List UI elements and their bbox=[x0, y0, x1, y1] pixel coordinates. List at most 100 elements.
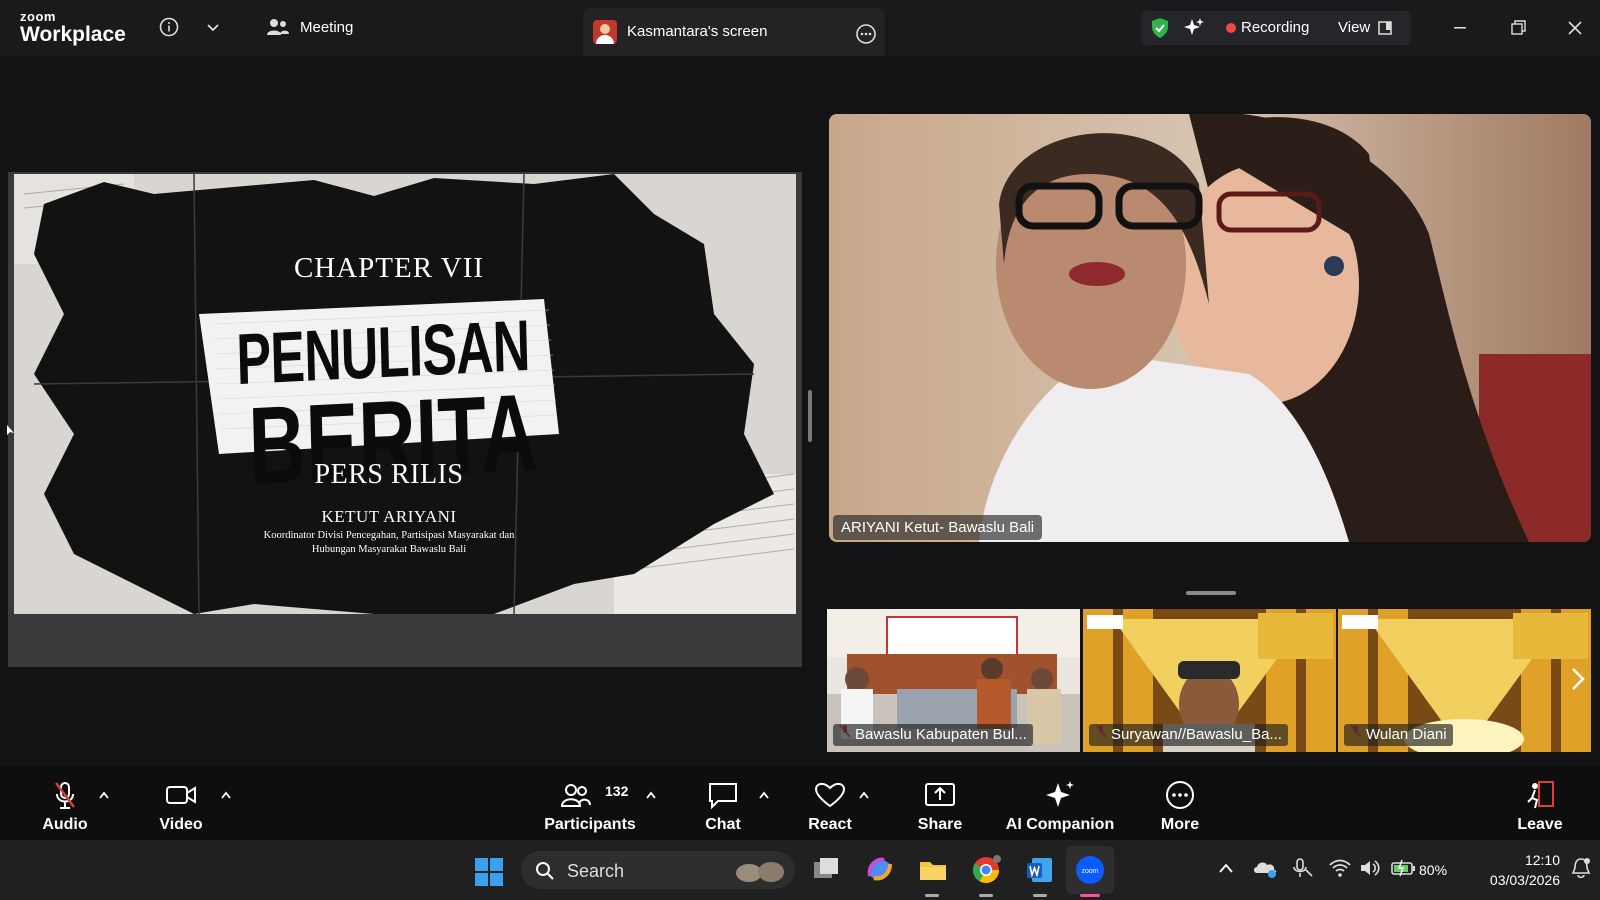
more-label: More bbox=[1160, 816, 1200, 833]
clock-date[interactable]: 03/03/2026 bbox=[1460, 872, 1560, 888]
chat-options-chevron-icon[interactable] bbox=[758, 790, 770, 800]
video-options-chevron-icon[interactable] bbox=[220, 790, 232, 800]
chat-button[interactable]: Chat bbox=[690, 766, 756, 840]
chat-bubble-icon bbox=[709, 783, 737, 810]
chrome-running-indicator bbox=[979, 894, 993, 897]
ai-companion-button[interactable]: AI Companion bbox=[1000, 766, 1120, 840]
split-resize-handle[interactable] bbox=[808, 390, 812, 442]
chrome-icon[interactable] bbox=[970, 854, 1002, 886]
speaker-video-frame bbox=[829, 114, 1591, 542]
slide-role-line1: Koordinator Divisi Pencegahan, Partisipa… bbox=[263, 530, 515, 541]
task-view-icon[interactable] bbox=[810, 854, 842, 886]
participant-thumbnail-3[interactable]: Wulan Diani bbox=[1338, 609, 1591, 752]
onedrive-icon[interactable] bbox=[1252, 857, 1278, 879]
mouse-cursor-icon bbox=[7, 425, 14, 435]
windows-start-icon[interactable] bbox=[474, 857, 504, 887]
active-speaker-name: ARIYANI Ketut- Bawaslu Bali bbox=[833, 515, 1043, 540]
share-screen-icon bbox=[925, 783, 955, 806]
participant-name: Suryawan//Bawaslu_Ba... bbox=[1089, 724, 1288, 746]
thumbnail-strip-handle[interactable] bbox=[1186, 591, 1236, 595]
react-button[interactable]: React bbox=[795, 766, 865, 840]
chevron-right-icon[interactable] bbox=[1568, 666, 1588, 692]
avatar bbox=[593, 20, 617, 44]
word-running-indicator bbox=[1033, 894, 1047, 897]
participants-icon bbox=[560, 784, 591, 807]
participants-options-chevron-icon[interactable] bbox=[645, 790, 657, 800]
svg-text:zoom: zoom bbox=[1081, 868, 1098, 875]
ai-companion-label: AI Companion bbox=[1005, 816, 1115, 833]
more-options-icon[interactable] bbox=[855, 23, 877, 45]
leave-button[interactable]: Leave bbox=[1505, 766, 1575, 840]
participant-thumbnail-1[interactable]: Bawaslu Kabupaten Bul... bbox=[827, 609, 1080, 752]
restore-icon[interactable] bbox=[1504, 14, 1532, 42]
participant-name: Wulan Diani bbox=[1344, 724, 1453, 746]
more-dots-icon bbox=[1166, 781, 1194, 809]
logo-line2: Workplace bbox=[20, 23, 126, 46]
file-explorer-icon[interactable] bbox=[917, 854, 949, 886]
tab-meeting-label: Meeting bbox=[300, 18, 354, 36]
share-button[interactable]: Share bbox=[905, 766, 975, 840]
tab-shared-screen[interactable]: Kasmantara's screen bbox=[583, 8, 885, 56]
video-camera-icon bbox=[166, 786, 196, 804]
leave-door-icon bbox=[1527, 781, 1554, 809]
word-icon[interactable] bbox=[1024, 854, 1056, 886]
logo-line1: zoom bbox=[20, 9, 56, 24]
search-icon bbox=[536, 862, 554, 880]
file-explorer-running-indicator bbox=[925, 894, 939, 897]
chevron-down-icon[interactable] bbox=[205, 19, 221, 35]
slide-chapter: CHAPTER VII bbox=[293, 252, 485, 284]
wifi-icon[interactable] bbox=[1328, 857, 1352, 879]
participants-label: Participants bbox=[544, 816, 636, 833]
audio-label: Audio bbox=[42, 816, 88, 833]
slide-role-line2: Hubungan Masyarakat Bawaslu Bali bbox=[311, 544, 467, 555]
meeting-status-bar: Recording View bbox=[1141, 11, 1411, 45]
recording-dot-icon bbox=[1226, 23, 1236, 33]
meeting-toolbar: Audio Video Participants 132 Chat React … bbox=[0, 766, 1600, 840]
close-icon[interactable] bbox=[1561, 14, 1589, 42]
tray-chevron-up-icon[interactable] bbox=[1218, 862, 1234, 874]
view-layout-icon[interactable] bbox=[1377, 20, 1393, 36]
info-icon[interactable] bbox=[158, 16, 180, 38]
minimize-icon[interactable] bbox=[1446, 14, 1474, 42]
audio-button[interactable]: Audio bbox=[30, 766, 100, 840]
zoom-running-indicator bbox=[1080, 894, 1100, 897]
windows-taskbar: Search zoom 80% 12:10 03/03/2026 bbox=[0, 840, 1600, 900]
search-highlight-elephants-icon bbox=[736, 862, 784, 882]
video-button[interactable]: Video bbox=[146, 766, 216, 840]
react-options-chevron-icon[interactable] bbox=[858, 790, 870, 800]
view-button[interactable]: View bbox=[1338, 19, 1370, 36]
zoom-app-icon[interactable]: zoom bbox=[1074, 854, 1106, 886]
battery-charging-icon[interactable] bbox=[1390, 858, 1418, 878]
slide-speaker: KETUT ARIYANI bbox=[321, 507, 457, 526]
notification-bell-icon[interactable] bbox=[1570, 856, 1592, 880]
share-label: Share bbox=[917, 816, 963, 833]
people-icon bbox=[267, 19, 289, 35]
shield-check-icon[interactable] bbox=[1149, 17, 1171, 39]
recording-label[interactable]: Recording bbox=[1241, 19, 1309, 36]
zoom-workplace-logo: zoom Workplace bbox=[20, 10, 126, 45]
microphone-in-use-icon[interactable] bbox=[1290, 856, 1314, 880]
participants-count: 132 bbox=[605, 783, 629, 799]
participants-button[interactable]: Participants bbox=[540, 766, 640, 840]
copilot-icon[interactable] bbox=[864, 854, 896, 886]
slide-subtitle: PERS RILIS bbox=[314, 459, 464, 490]
taskbar-search[interactable]: Search bbox=[521, 851, 795, 889]
clock-time[interactable]: 12:10 bbox=[1470, 852, 1560, 868]
active-speaker-video[interactable] bbox=[829, 114, 1591, 542]
participant-thumbnail-2[interactable]: Suryawan//Bawaslu_Ba... bbox=[1083, 609, 1336, 752]
ai-sparkle-icon[interactable] bbox=[1183, 17, 1205, 39]
more-button[interactable]: More bbox=[1145, 766, 1215, 840]
tab-meeting[interactable]: Meeting bbox=[266, 14, 353, 40]
ai-companion-sparkle-icon bbox=[1046, 781, 1074, 807]
title-bar: zoom Workplace Meeting Kasmantara's scre… bbox=[0, 0, 1600, 56]
audio-options-chevron-icon[interactable] bbox=[98, 790, 110, 800]
battery-percent: 80% bbox=[1419, 862, 1448, 878]
video-label: Video bbox=[159, 816, 203, 833]
shared-slide[interactable]: CHAPTER VII PENULISAN BERITA PERS RILIS … bbox=[14, 174, 796, 614]
react-heart-icon bbox=[814, 782, 846, 808]
leave-label: Leave bbox=[1517, 816, 1563, 833]
participant-name: Bawaslu Kabupaten Bul... bbox=[833, 724, 1033, 746]
volume-icon[interactable] bbox=[1358, 857, 1382, 879]
tab-shared-screen-label: Kasmantara's screen bbox=[627, 23, 768, 40]
react-label: React bbox=[808, 816, 852, 833]
